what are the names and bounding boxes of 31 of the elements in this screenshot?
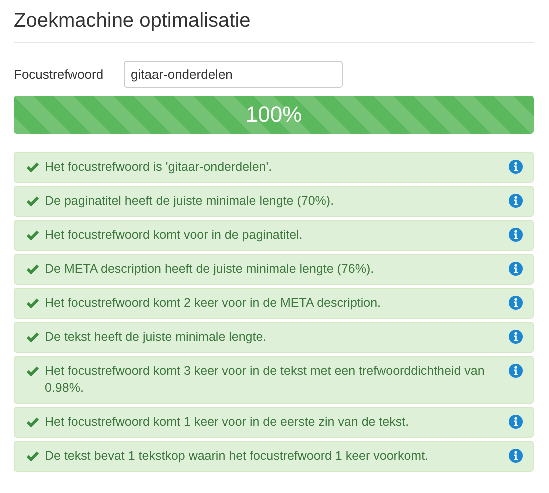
keyword-input[interactable]: gitaar-onderdelen	[124, 61, 343, 88]
check-text: Het focustrefwoord komt 1 keer voor in de eerste zin van de tekst.	[45, 414, 410, 431]
checkmark-icon	[26, 298, 40, 310]
info-icon[interactable]	[509, 160, 523, 174]
checkmark-icon	[26, 264, 40, 276]
checkmark-icon	[26, 196, 40, 208]
check-text: Het focustrefwoord is 'gitaar-onderdelen'.	[45, 159, 274, 176]
check-text: Het focustrefwoord komt voor in de paginatitel.	[45, 227, 304, 244]
field-label: Focustrefwoord	[14, 67, 105, 82]
check-text: De paginatitel heeft de juiste minimale lengte (70%).	[45, 193, 336, 210]
info-icon[interactable]	[509, 194, 523, 208]
checkmark-icon	[26, 162, 40, 174]
checkmark-icon	[26, 230, 40, 242]
check-text: De tekst bevat 1 tekstkop waarin het focustrefwoord 1 keer voorkomt.	[45, 448, 430, 465]
checkmark-icon	[26, 451, 40, 463]
checkmark-icon	[26, 332, 40, 344]
check-text: De tekst heeft de juiste minimale lengte.	[45, 329, 268, 346]
check-text: Het focustrefwoord komt 3 keer voor in de tekst met een trefwoorddichtheid van 0.98%.	[45, 363, 486, 397]
info-icon[interactable]	[509, 330, 523, 344]
info-icon[interactable]	[509, 364, 523, 378]
info-icon[interactable]	[509, 296, 523, 310]
info-icon[interactable]	[509, 262, 523, 276]
checkmark-icon	[26, 417, 40, 429]
info-icon[interactable]	[509, 228, 523, 242]
info-icon[interactable]	[509, 415, 523, 429]
section-title: Zoekmachine optimalisatie	[14, 0, 534, 43]
info-icon[interactable]	[509, 449, 523, 463]
checkmark-icon	[26, 366, 40, 378]
check-text: De META description heeft de juiste minimale lengte (76%).	[45, 261, 376, 278]
check-text: Het focustrefwoord komt 2 keer voor in de META description.	[45, 295, 382, 312]
progress-percentage: 100%	[244, 101, 304, 129]
